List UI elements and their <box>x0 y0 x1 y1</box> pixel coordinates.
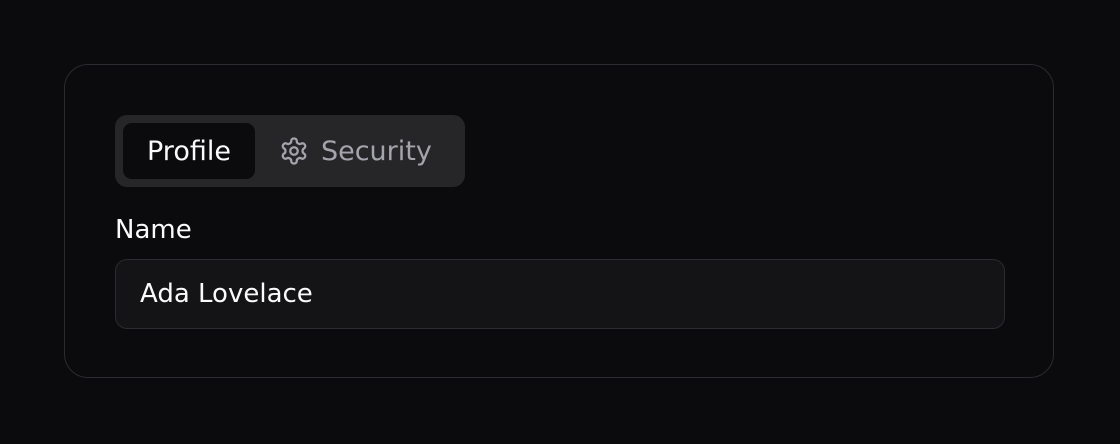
tab-profile-label: Profile <box>147 135 231 167</box>
name-label: Name <box>115 215 192 245</box>
tab-security[interactable]: Security <box>263 123 448 179</box>
name-input[interactable] <box>115 259 1005 329</box>
tab-profile[interactable]: Profile <box>123 123 255 179</box>
settings-card: Profile Security Name <box>64 64 1054 378</box>
gear-icon <box>279 136 309 166</box>
tab-list: Profile Security <box>115 115 465 187</box>
tab-security-label: Security <box>320 135 432 167</box>
